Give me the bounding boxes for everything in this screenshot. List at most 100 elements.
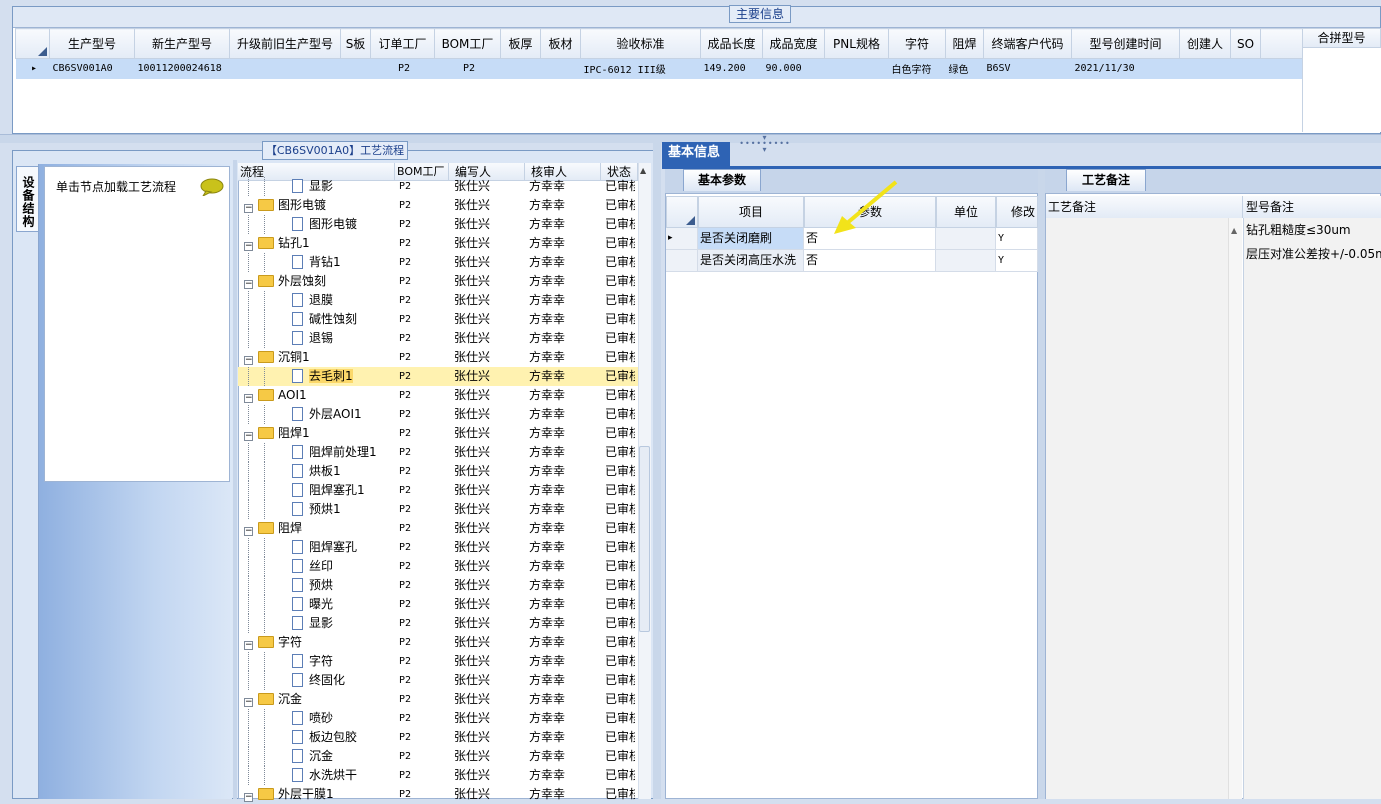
model-note-text[interactable] [1243,218,1381,799]
tree-node[interactable]: 丝印 [292,557,333,576]
tree-node[interactable]: 背钻1 [292,253,341,272]
splitter-grip-icon[interactable]: ▾ ••••••••• ▾ [735,134,795,154]
tab-basic-params[interactable]: 基本参数 [683,169,761,191]
equipment-tree[interactable] [44,166,230,482]
tree-row[interactable]: 退膜 P2 张仕兴 方幸幸 已审核 [238,291,638,310]
tree-node[interactable]: 字符 [292,652,333,671]
tree-node[interactable]: 水洗烘干 [292,766,357,785]
tree-row[interactable]: 板边包胶 P2 张仕兴 方幸幸 已审核 [238,728,638,747]
tree-node[interactable]: 阻焊1 [258,424,310,443]
tree-collapse-icon[interactable]: − [244,424,255,443]
tab-basic-info[interactable]: 基本信息 [662,142,730,166]
cell[interactable]: 10011200024618 [134,58,230,79]
tree-row[interactable]: 终固化 P2 张仕兴 方幸幸 已审核 [238,671,638,690]
tree-row[interactable]: 阻焊前处理1 P2 张仕兴 方幸幸 已审核 [238,443,638,462]
tree-node[interactable]: 退锡 [292,329,333,348]
col-header[interactable]: 成品长度 [700,28,763,59]
tree-row[interactable]: − 阻焊1 P2 张仕兴 方幸幸 已审核 [238,424,638,443]
tree-row[interactable]: − 钻孔1 P2 张仕兴 方幸幸 已审核 [238,234,638,253]
cell[interactable] [500,58,541,79]
tree-row[interactable]: − 阻焊 P2 张仕兴 方幸幸 已审核 [238,519,638,538]
tree-node[interactable]: 喷砂 [292,709,333,728]
tree-row[interactable]: − 字符 P2 张仕兴 方幸幸 已审核 [238,633,638,652]
tab-process-notes[interactable]: 工艺备注 [1066,169,1146,191]
col-header[interactable]: PNL规格 [824,28,889,59]
tree-node[interactable]: 曝光 [292,595,333,614]
col-header[interactable]: 型号创建时间 [1071,28,1180,59]
param-modify[interactable]: Y [996,250,1038,272]
tree-node[interactable]: 沉金 [292,747,333,766]
cell[interactable]: P2 [370,58,435,79]
merge-model-list[interactable] [1302,48,1381,132]
tree-node[interactable]: 图形电镀 [292,215,357,234]
tree-row[interactable]: 阻焊塞孔 P2 张仕兴 方幸幸 已审核 [238,538,638,557]
col-header[interactable]: 成品宽度 [762,28,825,59]
col-modify[interactable]: 修改 [996,196,1038,228]
col-header[interactable]: 订单工厂 [370,28,435,59]
tree-row[interactable]: 水洗烘干 P2 张仕兴 方幸幸 已审核 [238,766,638,785]
tree-row[interactable]: − AOI1 P2 张仕兴 方幸幸 已审核 [238,386,638,405]
param-modify[interactable]: Y [996,228,1038,250]
col-header[interactable]: 升级前旧生产型号 [229,28,341,59]
tree-row[interactable]: − 图形电镀 P2 张仕兴 方幸幸 已审核 [238,196,638,215]
tree-row[interactable]: 沉金 P2 张仕兴 方幸幸 已审核 [238,747,638,766]
main-info-row-selected[interactable]: ▸ CB6SV001A0 10011200024618 P2 P2 IPC-6012 I… [15,58,1303,79]
tree-row[interactable]: −外层干膜1 P2 张仕兴 方幸幸 已审核 [238,785,638,804]
tree-node[interactable]: 终固化 [292,671,345,690]
col-header[interactable]: BOM工厂 [434,28,501,59]
note-scroll-up-icon[interactable]: ▲ [1231,226,1237,235]
cell[interactable]: 90.000 [762,58,825,79]
main-info-grid[interactable]: 生产型号 新生产型号 升级前旧生产型号 S板 订单工厂 BOM工厂 板厚 板材 验收标准 成品长度… [15,28,1303,79]
tree-collapse-icon[interactable]: − [244,196,255,215]
tree-row[interactable]: 背钻1 P2 张仕兴 方幸幸 已审核 [238,253,638,272]
cell[interactable] [540,58,581,79]
col-header[interactable]: 终端客户代码 [983,28,1072,59]
col-model-note[interactable]: 型号备注 [1243,196,1381,218]
tree-node[interactable]: 阻焊塞孔 [292,538,357,557]
tree-collapse-icon[interactable]: − [244,690,255,709]
col-header[interactable]: 字符 [888,28,946,59]
col-header[interactable]: S板 [340,28,371,59]
tree-scroll-thumb[interactable] [639,446,650,632]
tree-node[interactable]: 字符 [258,633,302,652]
tree-collapse-icon[interactable]: − [244,785,255,804]
tree-row[interactable]: 丝印 P2 张仕兴 方幸幸 已审核 [238,557,638,576]
col-header[interactable]: 生产型号 [49,28,135,59]
tree-collapse-icon[interactable]: − [244,633,255,652]
col-unit[interactable]: 单位 [936,196,996,228]
tree-node[interactable]: AOI1 [258,386,307,405]
tree-node[interactable]: 显影 [292,177,333,196]
tree-node[interactable]: 外层AOI1 [292,405,362,424]
params-grid-area[interactable] [665,193,1038,799]
cell[interactable]: 白色字符 [888,58,946,79]
cell[interactable]: IPC-6012 III级 [580,58,701,79]
tree-row[interactable]: 图形电镀 P2 张仕兴 方幸幸 已审核 [238,215,638,234]
grid-corner[interactable] [15,28,50,59]
col-header[interactable]: 板厚 [500,28,541,59]
tree-node[interactable]: 阻焊塞孔1 [292,481,365,500]
tree-node[interactable]: 沉金 [258,690,302,709]
tree-row[interactable]: − 沉铜1 P2 张仕兴 方幸幸 已审核 [238,348,638,367]
tree-row[interactable]: 碱性蚀刻 P2 张仕兴 方幸幸 已审核 [238,310,638,329]
tree-node[interactable]: 烘板1 [292,462,341,481]
tree-node[interactable]: 图形电镀 [258,196,326,215]
tree-row[interactable]: 预烘1 P2 张仕兴 方幸幸 已审核 [238,500,638,519]
tree-row[interactable]: 曝光 P2 张仕兴 方幸幸 已审核 [238,595,638,614]
param-unit[interactable] [936,228,996,250]
tree-row[interactable]: 阻焊塞孔1 P2 张仕兴 方幸幸 已审核 [238,481,638,500]
cell[interactable] [1230,58,1261,79]
param-row[interactable]: 是否关闭高压水洗否 Y [666,250,1038,272]
tree-row[interactable]: 去毛刺1 P2 张仕兴 方幸幸 已审核 [238,367,638,386]
cell[interactable]: B6SV [983,58,1072,79]
process-note-text[interactable] [1046,218,1228,799]
param-unit[interactable] [936,250,996,272]
tree-node[interactable]: 阻焊 [258,519,302,538]
tree-row[interactable]: 喷砂 P2 张仕兴 方幸幸 已审核 [238,709,638,728]
tree-collapse-icon[interactable]: − [244,348,255,367]
tree-row[interactable]: 显影 P2 张仕兴 方幸幸 已审核 [238,177,638,196]
tree-node[interactable]: 沉铜1 [258,348,310,367]
col-header[interactable]: 阻焊 [945,28,984,59]
tree-row[interactable]: 显影 P2 张仕兴 方幸幸 已审核 [238,614,638,633]
tree-node[interactable]: 外层蚀刻 [258,272,326,291]
right-splitter[interactable] [1038,169,1045,799]
